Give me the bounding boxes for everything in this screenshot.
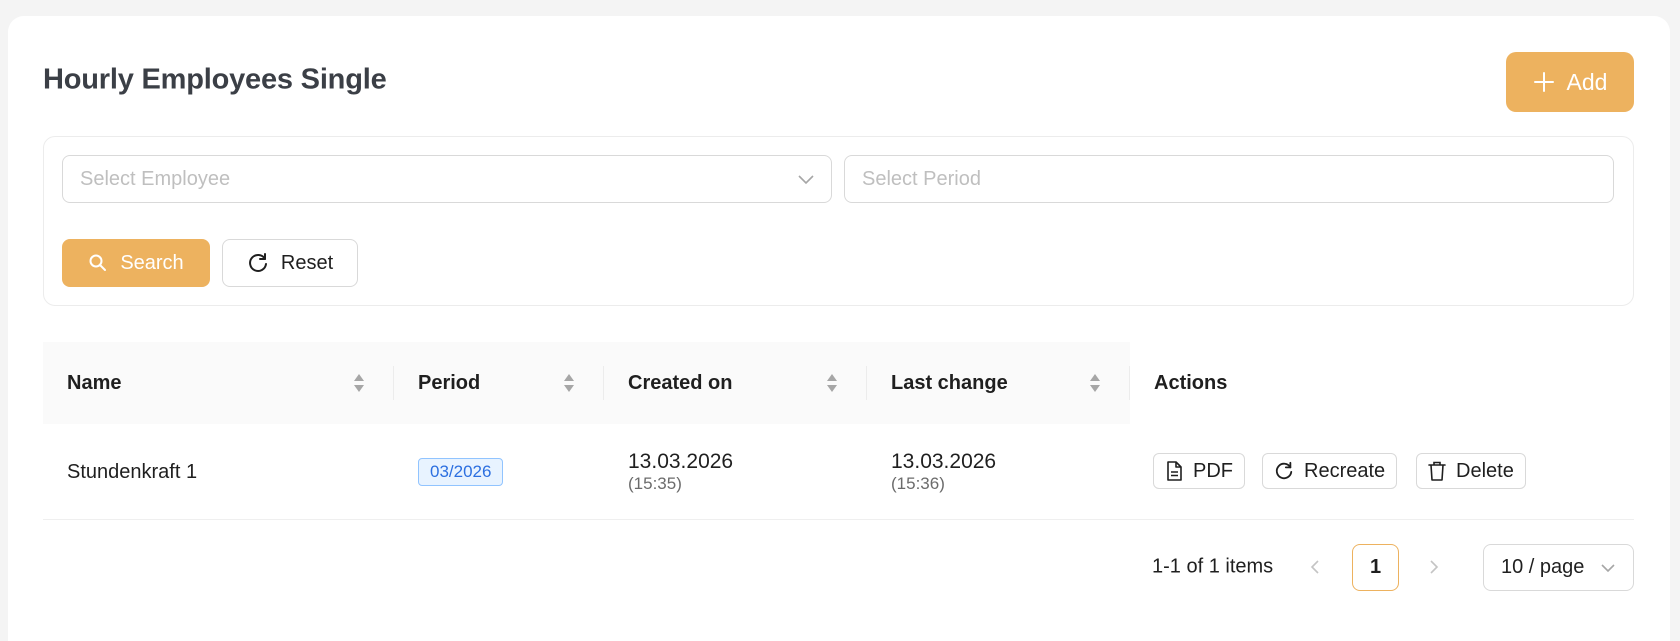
delete-button[interactable]: Delete <box>1416 453 1526 489</box>
period-input[interactable]: Select Period <box>844 155 1614 203</box>
column-header-name[interactable]: Name <box>43 342 394 424</box>
period-tag: 03/2026 <box>418 458 504 486</box>
page-size-select[interactable]: 10 / page <box>1483 544 1634 591</box>
changed-date: 13.03.2026 <box>891 450 997 473</box>
recreate-button[interactable]: Recreate <box>1262 453 1398 489</box>
chevron-right-icon <box>1430 560 1439 574</box>
search-button[interactable]: Search <box>62 239 210 287</box>
add-button[interactable]: Add <box>1506 52 1634 112</box>
column-header-actions: Actions <box>1130 342 1634 424</box>
reload-icon <box>1275 461 1293 480</box>
employee-select[interactable]: Select Employee <box>62 155 832 203</box>
employee-select-placeholder: Select Employee <box>80 167 231 190</box>
chevron-down-icon <box>1601 563 1615 572</box>
cell-last-change: 13.03.2026 (15:36) <box>891 424 996 520</box>
cell-created-on: 13.03.2026 (15:35) <box>628 424 733 520</box>
page-1-button[interactable]: 1 <box>1352 544 1399 591</box>
cell-period: 03/2026 <box>418 424 504 520</box>
pdf-button[interactable]: PDF <box>1153 453 1245 489</box>
sort-icon <box>827 374 837 392</box>
sort-icon <box>354 374 364 392</box>
changed-time: (15:36) <box>891 474 945 493</box>
column-label-created-on: Created on <box>628 371 733 394</box>
add-button-label: Add <box>1566 68 1608 95</box>
column-label-period: Period <box>418 371 481 394</box>
column-header-last-change[interactable]: Last change <box>867 342 1130 424</box>
pagination-summary: 1-1 of 1 items <box>1152 555 1274 578</box>
column-label-last-change: Last change <box>891 371 1008 394</box>
file-icon <box>1167 461 1182 481</box>
created-time: (15:35) <box>628 474 682 493</box>
period-input-placeholder: Select Period <box>862 167 981 190</box>
prev-page-button[interactable] <box>1301 553 1329 581</box>
column-label-name: Name <box>67 371 122 394</box>
trash-icon <box>1428 461 1446 481</box>
column-header-created-on[interactable]: Created on <box>604 342 867 424</box>
column-header-period[interactable]: Period <box>394 342 604 424</box>
chevron-left-icon <box>1310 560 1319 574</box>
created-date: 13.03.2026 <box>628 450 734 473</box>
delete-button-label: Delete <box>1456 459 1514 482</box>
page-size-value: 10 / page <box>1501 556 1585 578</box>
sort-icon <box>564 374 574 392</box>
reset-button-label: Reset <box>280 251 334 274</box>
column-label-actions: Actions <box>1154 371 1228 394</box>
table-header: Name Period Created on Last change Actio… <box>43 342 1634 424</box>
plus-icon <box>1533 72 1554 92</box>
table-row: Stundenkraft 1 03/2026 13.03.2026 (15:35… <box>43 424 1634 520</box>
search-icon <box>89 254 107 271</box>
reset-button[interactable]: Reset <box>222 239 358 287</box>
pdf-button-label: PDF <box>1193 459 1233 482</box>
sort-icon <box>1090 374 1100 392</box>
chevron-down-icon <box>798 175 814 185</box>
search-button-label: Search <box>120 251 184 274</box>
recreate-button-label: Recreate <box>1304 459 1386 482</box>
page-title: Hourly Employees Single <box>43 63 387 96</box>
content-card <box>8 16 1670 641</box>
reload-icon <box>248 253 267 272</box>
cell-name: Stundenkraft 1 <box>67 460 198 483</box>
next-page-button[interactable] <box>1420 553 1448 581</box>
